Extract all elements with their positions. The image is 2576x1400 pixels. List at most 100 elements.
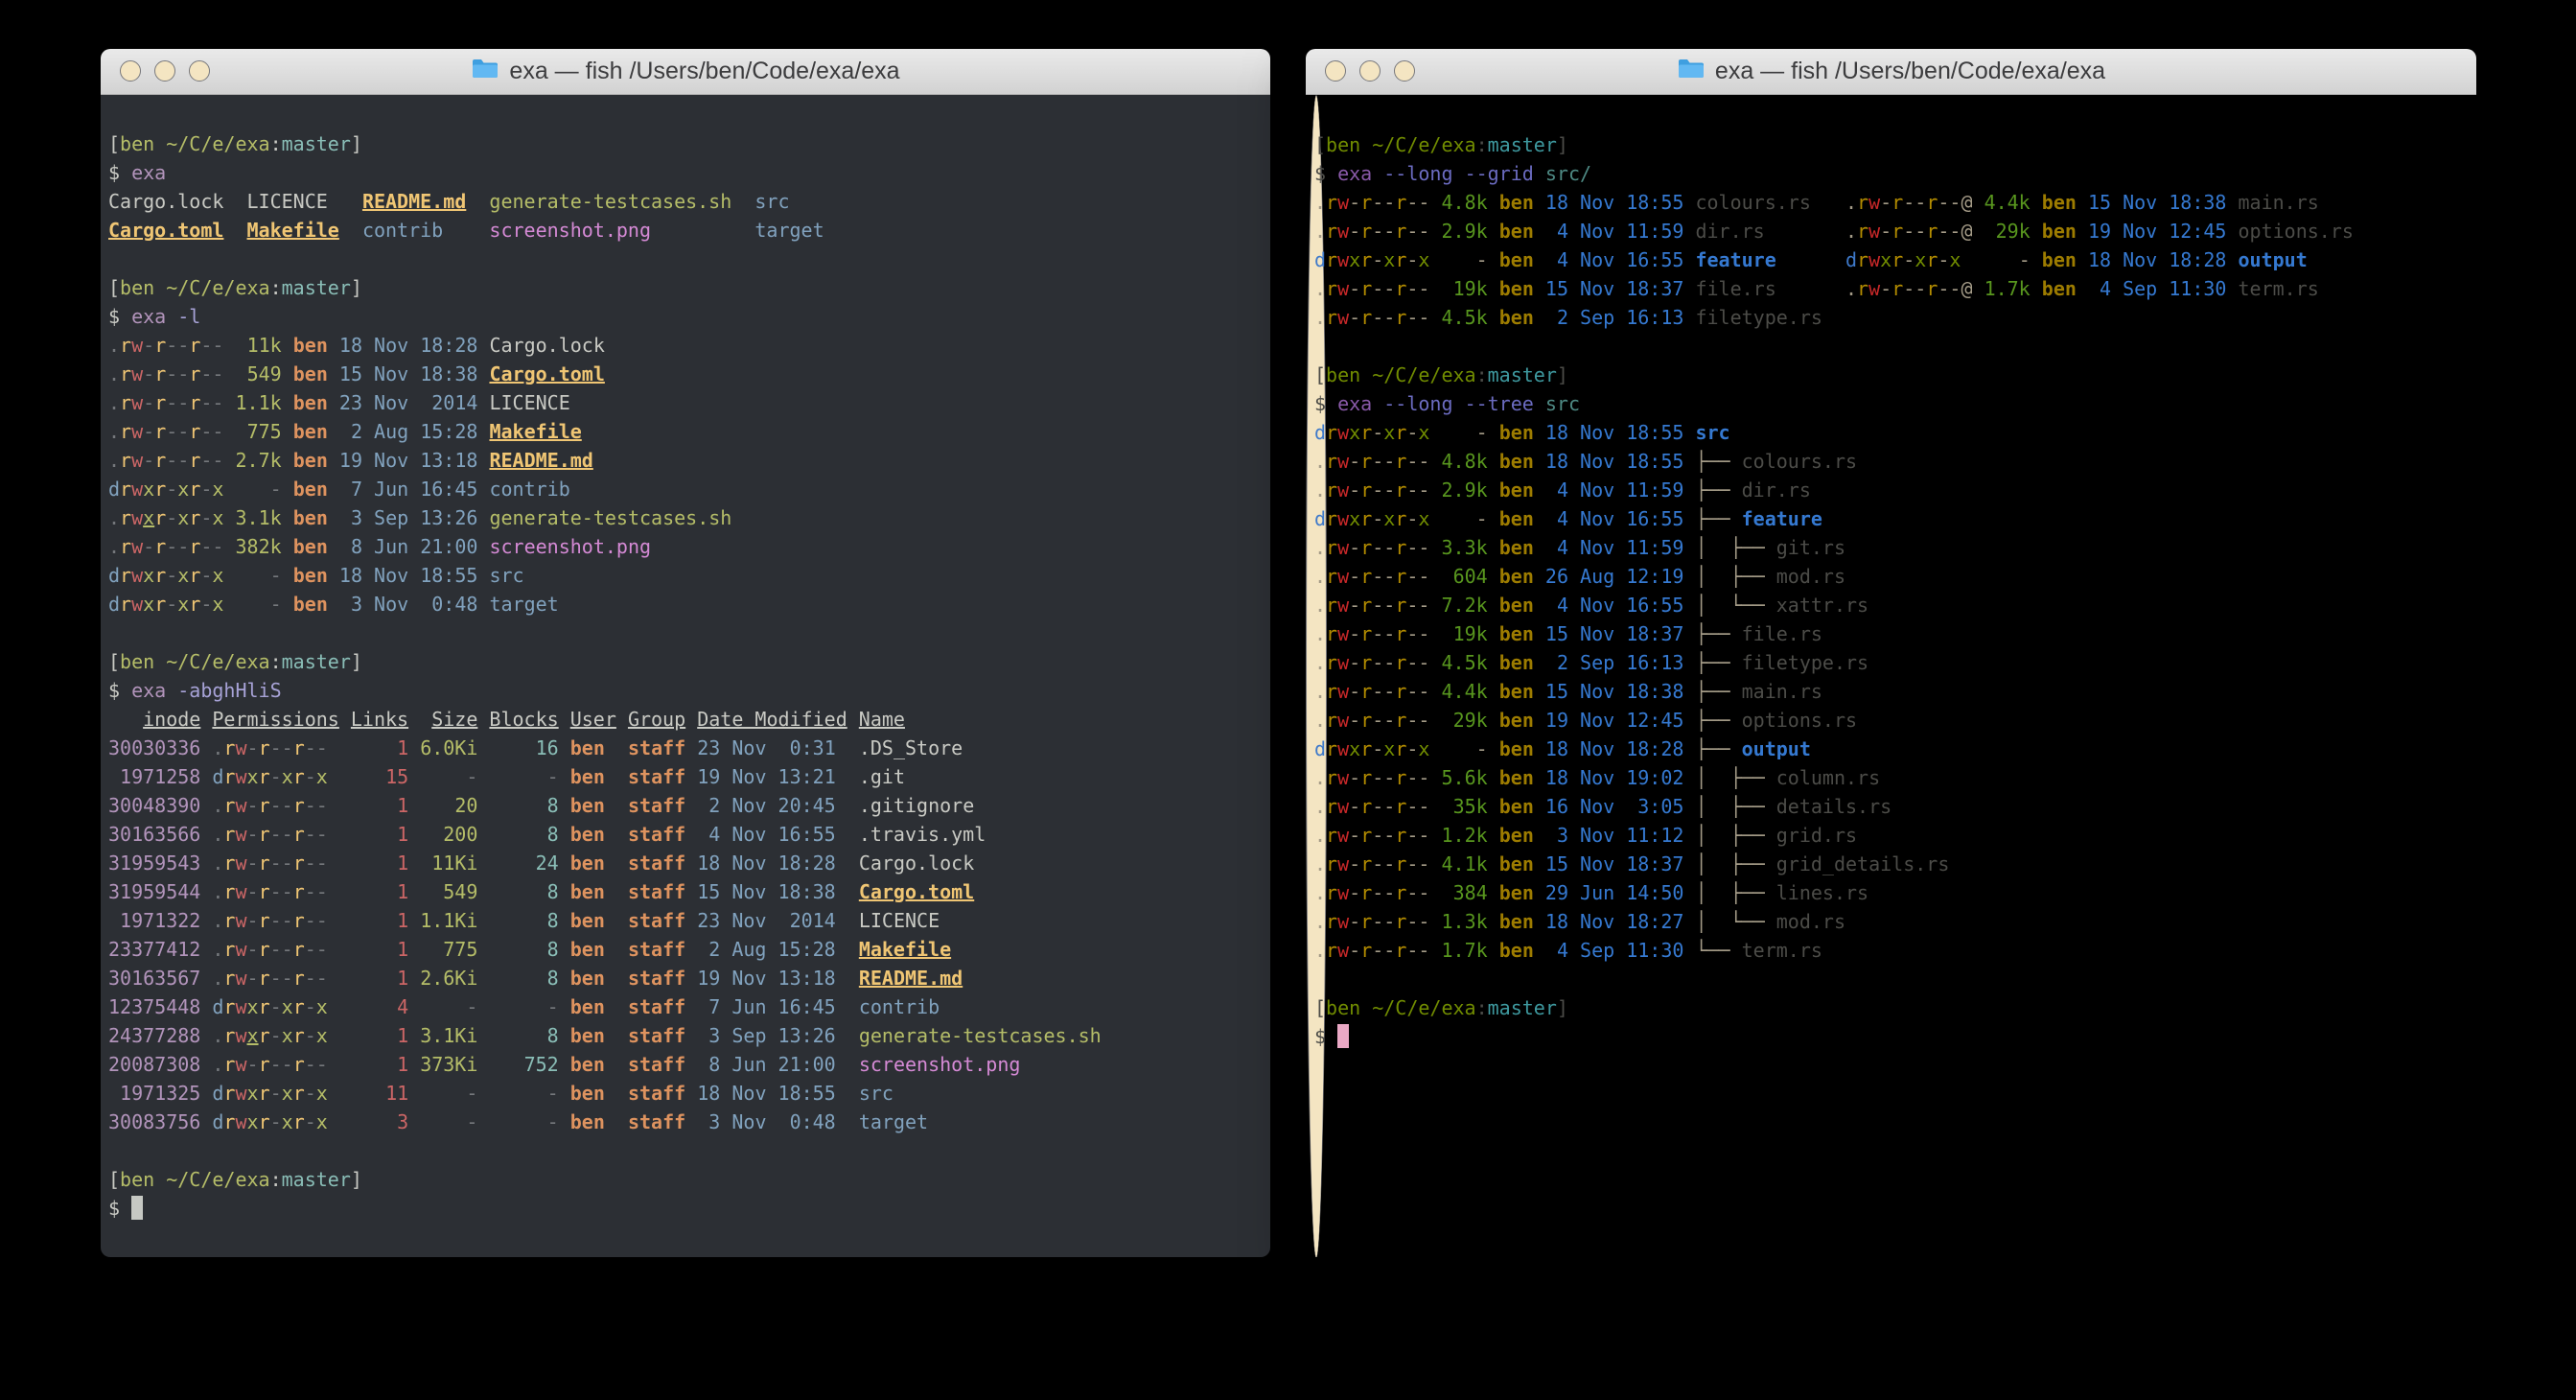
terminal-text-segment xyxy=(1429,277,1452,300)
terminal-text-segment xyxy=(2031,248,2042,271)
terminal-text-segment: filetype.rs xyxy=(1742,651,1868,674)
terminal-text-segment: w xyxy=(235,1082,246,1105)
terminal-text-segment: staff xyxy=(628,1110,685,1133)
terminal-line: .rw-r--r-- 4.5k ben 2 Sep 16:13 ├── file… xyxy=(1314,648,1318,677)
terminal-text-segment: w xyxy=(1868,220,1880,243)
terminal-text-segment: filetype.rs xyxy=(1695,306,1822,329)
terminal-text-segment: staff xyxy=(628,880,685,903)
terminal-text-segment xyxy=(685,708,697,731)
terminal-text-segment xyxy=(1429,939,1441,962)
terminal-output[interactable]: [ben ~/C/e/exa:master]$ exaCargo.lock LI… xyxy=(101,95,1270,1257)
minimize-button[interactable] xyxy=(1359,60,1381,82)
terminal-text-segment xyxy=(408,765,466,788)
terminal-text-segment: - xyxy=(270,736,282,759)
terminal-text-segment: - xyxy=(1418,709,1429,732)
terminal-text-segment: r xyxy=(154,478,166,501)
terminal-text-segment xyxy=(408,794,454,817)
terminal-text-segment xyxy=(408,736,420,759)
terminal-line xyxy=(1314,332,1318,361)
terminal-text-segment: - xyxy=(547,1082,559,1105)
zoom-button[interactable] xyxy=(1394,60,1415,82)
terminal-text-segment: r xyxy=(1326,709,1337,732)
window-title: exa — fish /Users/ben/Code/exa/exa xyxy=(1715,58,2105,85)
terminal-text-segment: : xyxy=(270,276,282,299)
terminal-line: [ben ~/C/e/exa:master] xyxy=(1314,361,1318,389)
terminal-text-segment: - xyxy=(143,362,154,385)
terminal-text-segment: generate-testcases.sh xyxy=(859,1024,1102,1047)
terminal-text-segment: r xyxy=(154,449,166,472)
terminal-text-segment: r xyxy=(1326,478,1337,502)
terminal-text-segment: Name xyxy=(859,708,905,731)
terminal-text-segment: w xyxy=(1337,478,1349,502)
terminal-line: .rw-r--r-- 7.2k ben 4 Nov 16:55 │ └── xa… xyxy=(1314,591,1318,619)
terminal-text-segment: term.rs xyxy=(1742,939,1822,962)
terminal-text-segment: . xyxy=(1314,191,1326,214)
terminal-text-segment: x xyxy=(143,506,154,529)
terminal-text-segment xyxy=(339,708,351,731)
terminal-text-segment: r xyxy=(1326,737,1337,760)
terminal-text-segment xyxy=(200,794,212,817)
terminal-text-segment: ben ~/C/e/exa xyxy=(120,1168,270,1191)
terminal-text-segment: - xyxy=(1383,766,1395,789)
terminal-text-segment: output xyxy=(2239,248,2308,271)
terminal-text-segment: dir.rs xyxy=(1695,220,1764,243)
terminal-text-segment: staff xyxy=(628,736,685,759)
terminal-text-segment: w xyxy=(1868,248,1880,271)
terminal-text-segment: x xyxy=(177,506,189,529)
terminal-text-segment: r xyxy=(293,1082,305,1105)
terminal-text-segment: ben xyxy=(293,449,328,472)
terminal-line: [ben ~/C/e/exa:master] xyxy=(1314,130,1318,159)
terminal-text-segment: . xyxy=(1314,450,1326,473)
terminal-text-segment: ben xyxy=(1499,191,1534,214)
terminal-output[interactable]: [ben ~/C/e/exa:master]$ exa --long --gri… xyxy=(1306,95,1327,1257)
close-button[interactable] xyxy=(1325,60,1346,82)
terminal-text-segment: w xyxy=(1337,766,1349,789)
close-button[interactable] xyxy=(120,60,141,82)
terminal-text-segment xyxy=(2226,220,2238,243)
terminal-text-segment: ben xyxy=(1499,306,1534,329)
terminal-line: $ exa -abghHliS xyxy=(108,676,1263,705)
terminal-text-segment: r xyxy=(1360,680,1372,703)
terminal-text-segment: ben xyxy=(570,938,605,961)
terminal-text-segment: r xyxy=(189,593,200,616)
terminal-text-segment: w xyxy=(1337,824,1349,847)
terminal-text-segment xyxy=(477,909,546,932)
terminal-text-segment: d xyxy=(1314,507,1326,530)
terminal-text-segment xyxy=(1534,392,1545,415)
minimize-button[interactable] xyxy=(154,60,175,82)
terminal-text-segment xyxy=(1429,536,1441,559)
terminal-text-segment: w xyxy=(131,535,143,558)
terminal-text-segment: 15 Nov 18:38 xyxy=(697,880,836,903)
terminal-text-segment xyxy=(200,1053,212,1076)
terminal-text-segment: - xyxy=(1349,709,1360,732)
terminal-text-segment xyxy=(200,736,212,759)
terminal-text-segment xyxy=(328,823,397,846)
terminal-text-segment: r xyxy=(154,420,166,443)
terminal-text-segment: r xyxy=(1857,220,1868,243)
window-titlebar[interactable]: exa — fish /Users/ben/Code/exa/exa xyxy=(1306,49,2476,95)
terminal-text-segment: ben xyxy=(2042,191,2077,214)
terminal-text-segment xyxy=(1683,709,1695,732)
terminal-text-segment xyxy=(1683,507,1695,530)
terminal-text-segment: ben xyxy=(2042,248,2077,271)
terminal-text-segment xyxy=(477,852,535,875)
terminal-text-segment: 15 Nov 18:37 xyxy=(1545,277,1684,300)
window-titlebar[interactable]: exa — fish /Users/ben/Code/exa/exa xyxy=(101,49,1270,95)
terminal-line: 20087308 .rw-r--r-- 1 373Ki 752 ben staf… xyxy=(108,1050,1263,1079)
terminal-text-segment: 11 xyxy=(385,1082,408,1105)
terminal-text-segment xyxy=(1488,306,1499,329)
zoom-button[interactable] xyxy=(189,60,210,82)
terminal-text-segment xyxy=(223,362,246,385)
terminal-text-segment: r xyxy=(1395,939,1406,962)
terminal-text-segment: .travis.yml xyxy=(859,823,986,846)
terminal-text-segment: 3 Nov 0:48 xyxy=(697,1110,836,1133)
terminal-text-segment: x xyxy=(247,1024,259,1047)
terminal-text-segment xyxy=(408,823,443,846)
terminal-text-segment: --grid xyxy=(1465,162,1534,185)
terminal-text-segment: - xyxy=(1383,680,1395,703)
terminal-text-segment: 4.1k xyxy=(1442,852,1488,875)
terminal-text-segment: x xyxy=(1418,507,1429,530)
terminal-text-segment: 23 Nov 2014 xyxy=(697,909,836,932)
terminal-text-segment: 8 xyxy=(547,823,559,846)
terminal-text-segment: w xyxy=(1337,709,1349,732)
